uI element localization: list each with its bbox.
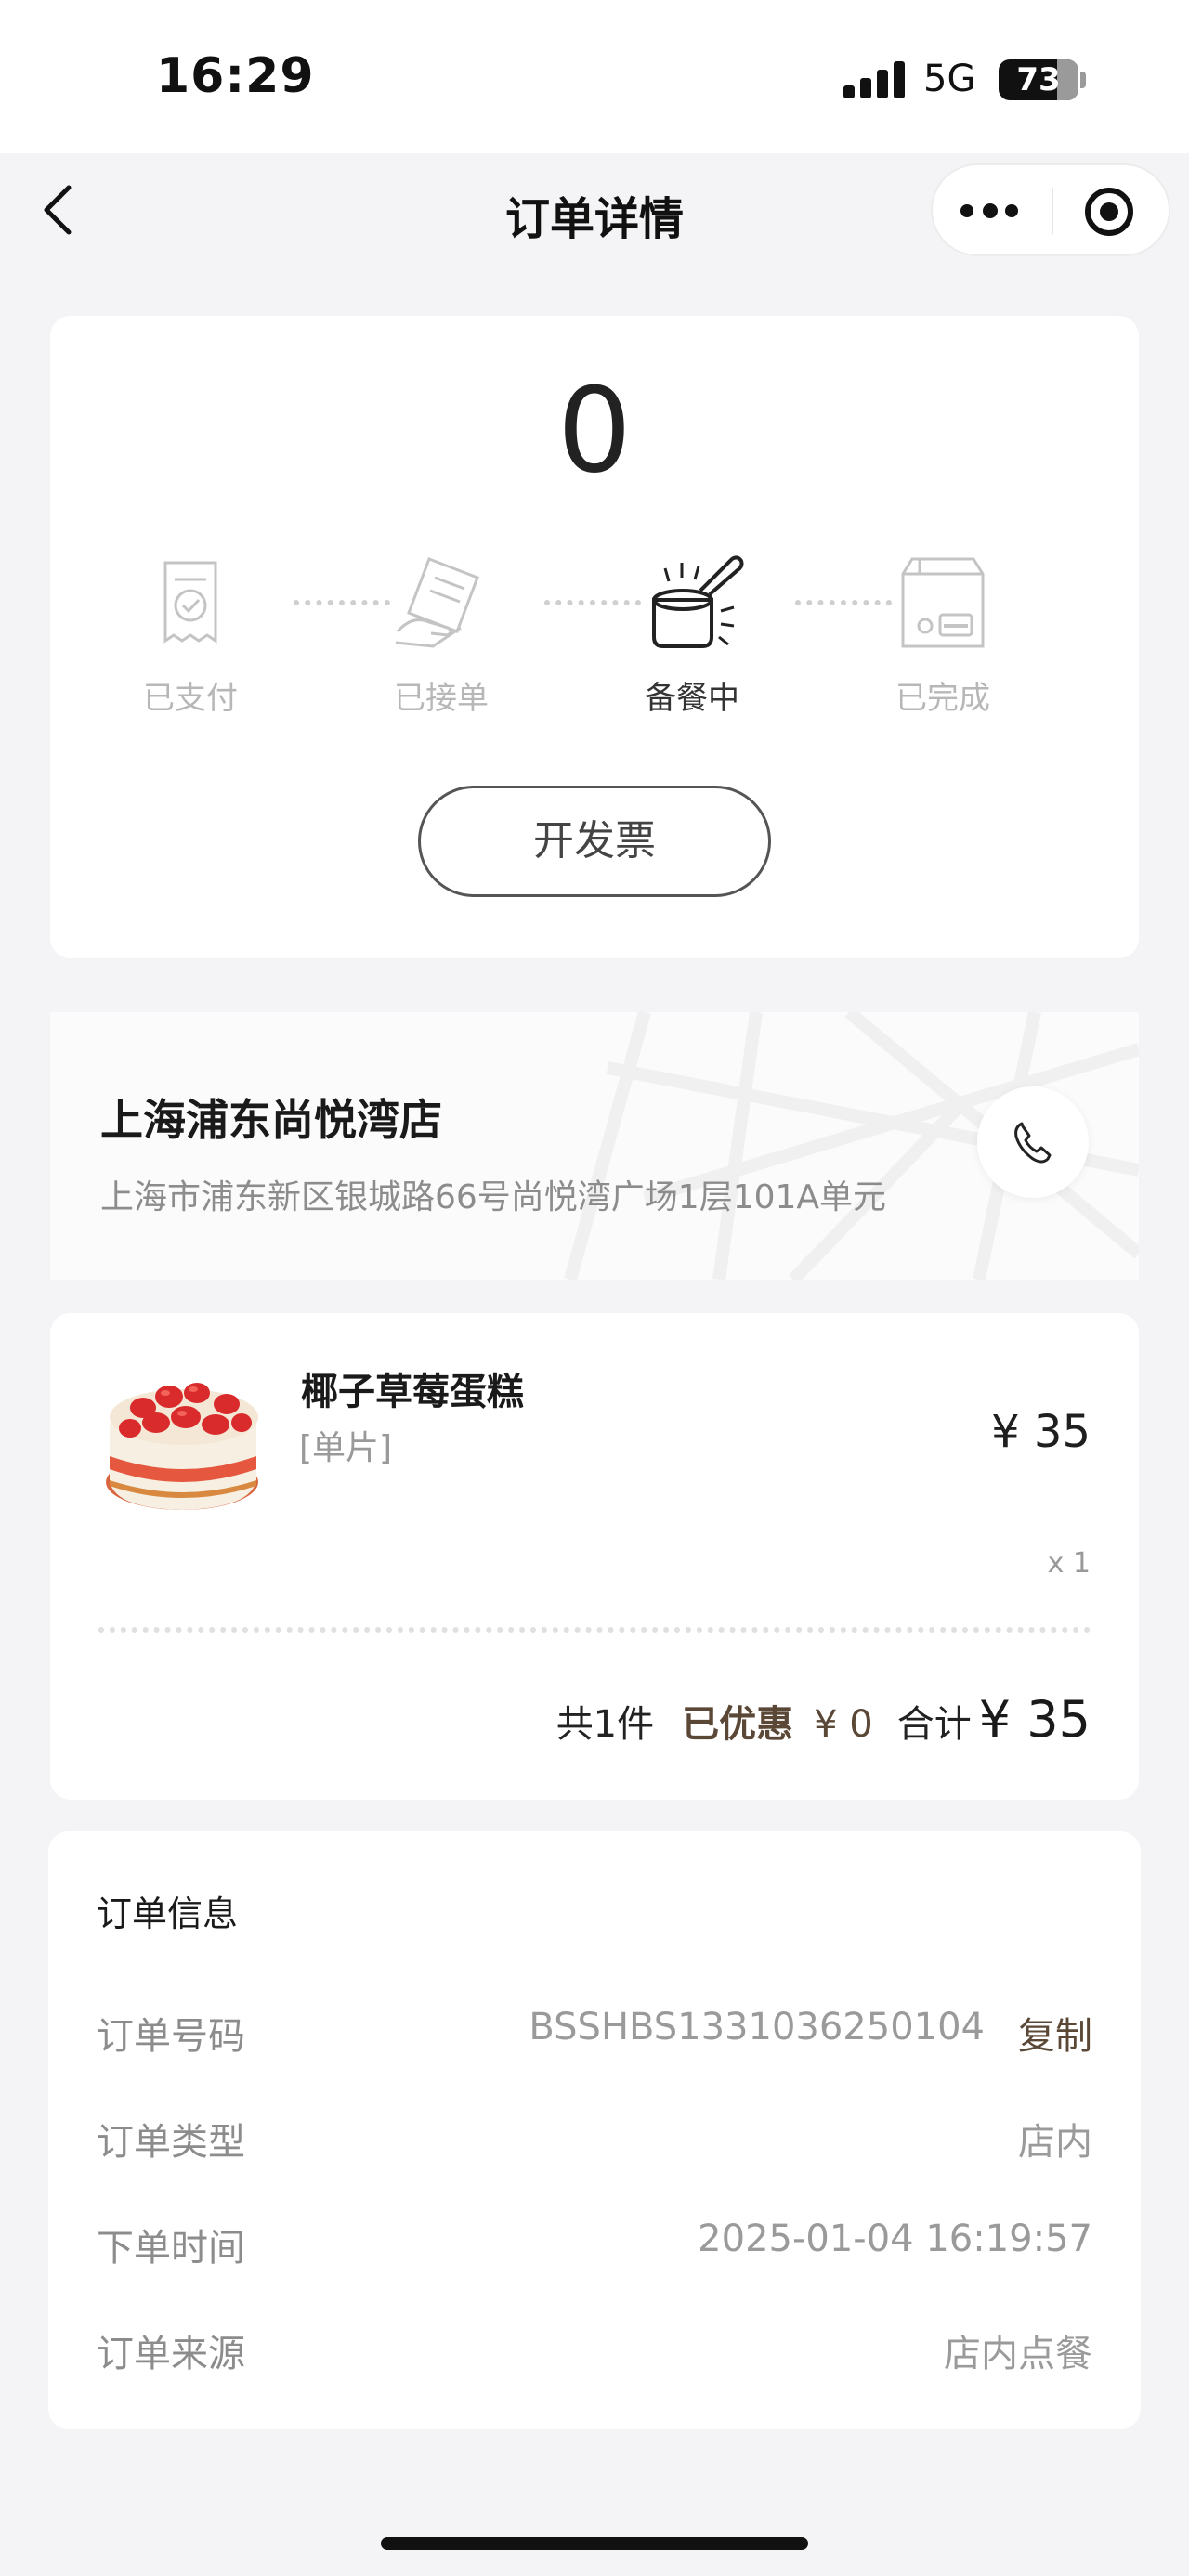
- receipt-check-icon: [163, 561, 217, 644]
- capsule-divider: [1052, 188, 1053, 234]
- store-name: 上海浦东尚悦湾店: [100, 1095, 442, 1145]
- target-circle-icon: [1100, 202, 1118, 221]
- order-type-row: 订单类型 店内: [97, 2112, 1092, 2167]
- step-label: 备餐中: [645, 680, 739, 717]
- step-accepted: 已接单: [362, 546, 520, 718]
- copy-button[interactable]: 复制: [1018, 2006, 1092, 2060]
- signal-icon: [843, 61, 905, 98]
- order-source-value: 店内点餐: [944, 2333, 1092, 2375]
- pickup-number: 0: [556, 362, 633, 499]
- home-indicator: [381, 2537, 808, 2550]
- order-info-title: 订单信息: [97, 1893, 239, 1934]
- step-label: 已接单: [394, 680, 489, 717]
- mini-program-capsule: [931, 163, 1170, 256]
- status-bar: 16:29 5G 73 订单详情: [0, 0, 1189, 256]
- order-number-value: BSSHBS1331036250104: [529, 2006, 985, 2049]
- invoice-button[interactable]: 开发票: [418, 786, 771, 897]
- call-store-button[interactable]: [977, 1086, 1089, 1198]
- cooking-pot-icon: [652, 555, 744, 648]
- dotted-divider: [98, 1627, 1091, 1633]
- strawberry-cake-image: [106, 1383, 258, 1510]
- network-label: 5G: [923, 58, 976, 100]
- product-price: ¥ 35: [991, 1406, 1091, 1458]
- order-number-row: 订单号码 BSSHBS1331036250104 复制: [97, 2006, 1092, 2062]
- discount-value: ¥ 0: [814, 1703, 873, 1746]
- order-type-value: 店内: [1018, 2121, 1092, 2164]
- step-preparing: 备餐中: [613, 546, 771, 718]
- total-value: ¥ 35: [978, 1690, 1091, 1749]
- close-button[interactable]: [1085, 188, 1133, 236]
- order-status-card: 0 已支付 已接单 备餐中 已完成 开发票: [50, 316, 1139, 958]
- step-paid: 已支付: [111, 546, 269, 718]
- more-button[interactable]: [960, 193, 1022, 230]
- order-summary: 共1件 已优惠 ¥ 0 合计 ¥ 35: [556, 1690, 1091, 1749]
- step-label: 已完成: [895, 680, 990, 717]
- order-time-value: 2025-01-04 16:19:57: [698, 2218, 1092, 2260]
- item-count: 共1件: [555, 1703, 655, 1746]
- bag-card-icon: [901, 557, 985, 648]
- battery-nub: [1080, 72, 1086, 88]
- store-card: 上海浦东尚悦湾店 上海市浦东新区银城路66号尚悦湾广场1层101A单元: [50, 1012, 1139, 1280]
- store-address: 上海市浦东新区银城路66号尚悦湾广场1层101A单元: [100, 1178, 887, 1216]
- discount-label: 已优惠: [682, 1703, 794, 1746]
- order-time-row: 下单时间 2025-01-04 16:19:57: [97, 2218, 1092, 2273]
- product-spec: [单片]: [299, 1429, 393, 1467]
- step-completed: 已完成: [864, 546, 1022, 718]
- battery-icon: 73: [999, 59, 1078, 100]
- status-time: 16:29: [156, 48, 315, 104]
- info-label: 订单号码: [97, 2015, 245, 2058]
- info-label: 下单时间: [97, 2227, 245, 2270]
- battery-level: 73: [1016, 61, 1061, 98]
- phone-icon: [1014, 1122, 1052, 1164]
- order-info-card: 订单信息 订单号码 BSSHBS1331036250104 复制 订单类型 店内…: [48, 1831, 1141, 2429]
- product-name: 椰子草莓蛋糕: [301, 1371, 524, 1413]
- receipt-hand-icon: [395, 557, 479, 648]
- order-source-row: 订单来源 店内点餐: [97, 2323, 1092, 2379]
- info-label: 订单类型: [97, 2121, 245, 2164]
- product-card: 椰子草莓蛋糕 [单片] ¥ 35 x 1 共1件 已优惠 ¥ 0 合计 ¥ 35: [50, 1313, 1139, 1800]
- info-label: 订单来源: [97, 2333, 245, 2375]
- step-label: 已支付: [143, 680, 238, 717]
- total-label: 合计: [896, 1703, 972, 1746]
- product-quantity: x 1: [1047, 1547, 1091, 1580]
